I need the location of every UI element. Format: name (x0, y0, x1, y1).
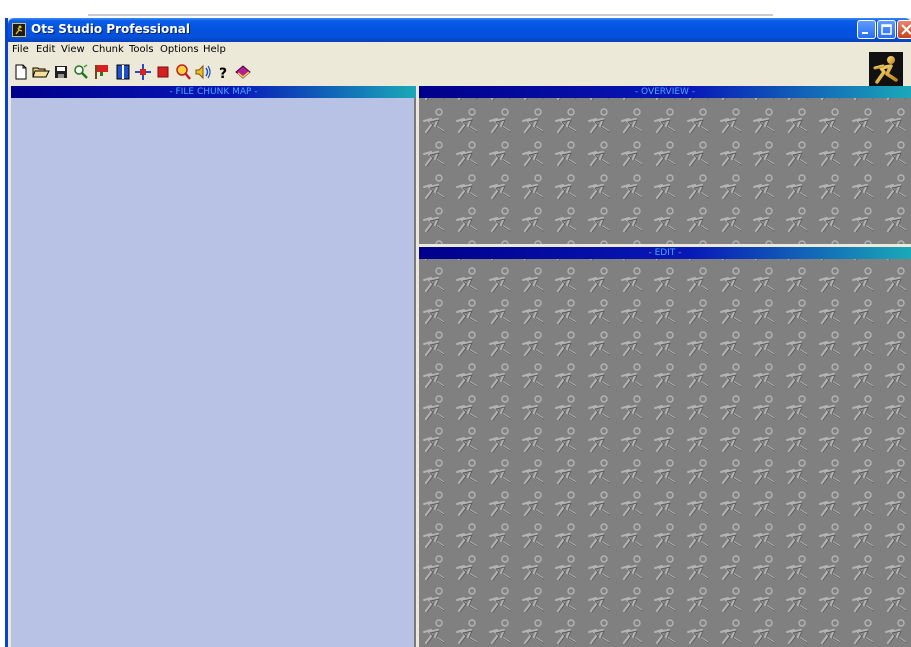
edit-tile-background (419, 259, 911, 647)
edit-panel[interactable] (419, 259, 911, 647)
flag-button[interactable] (92, 63, 110, 81)
split-button[interactable] (114, 63, 132, 81)
desktop-strip (0, 0, 911, 18)
volume-icon (195, 64, 211, 80)
app-logo (869, 52, 903, 86)
help-button[interactable]: ? (214, 63, 232, 81)
book-button[interactable] (234, 63, 252, 81)
new-file-icon (15, 64, 27, 80)
overview-tile-background (419, 98, 911, 244)
running-figure-icon (873, 56, 898, 84)
menu-bar: File Edit View Chunk Tools Options Help (8, 42, 911, 59)
zoom-icon (176, 64, 191, 80)
menu-edit[interactable]: Edit (36, 44, 55, 55)
open-button[interactable] (32, 63, 50, 81)
maximize-icon (881, 24, 892, 35)
move-icon (135, 64, 151, 80)
menu-view[interactable]: View (61, 44, 85, 55)
title-bar[interactable]: Ots Studio Professional (8, 18, 911, 42)
overview-panel[interactable] (419, 98, 911, 244)
zoom-button[interactable] (174, 63, 192, 81)
close-icon (901, 24, 911, 35)
menu-help[interactable]: Help (203, 44, 226, 55)
save-button[interactable] (52, 63, 70, 81)
save-icon (55, 66, 67, 78)
menu-file[interactable]: File (12, 44, 29, 55)
volume-button[interactable] (194, 63, 212, 81)
menu-chunk[interactable]: Chunk (92, 44, 124, 55)
app-logo-icon (12, 23, 26, 37)
help-icon: ? (219, 66, 227, 81)
open-folder-icon (32, 67, 50, 78)
stop-icon (157, 66, 169, 78)
close-button[interactable] (897, 20, 911, 39)
menu-options[interactable]: Options (160, 44, 199, 55)
window-title: Ots Studio Professional (31, 22, 191, 36)
stop-button[interactable] (154, 63, 172, 81)
app-window: Ots Studio Professional File Edit View C… (5, 18, 911, 647)
minimize-button[interactable] (857, 20, 876, 39)
search-icon (74, 64, 88, 79)
flag-icon (95, 65, 108, 79)
menu-tools[interactable]: Tools (129, 44, 154, 55)
search-button[interactable] (72, 63, 90, 81)
overview-header: - OVERVIEW - (419, 86, 911, 98)
new-file-button[interactable] (12, 63, 30, 81)
split-icon (116, 64, 130, 80)
file-chunk-map-header: - FILE CHUNK MAP - (11, 86, 416, 98)
file-chunk-map-panel[interactable] (11, 98, 416, 647)
minimize-icon (862, 32, 868, 34)
edit-header: - EDIT - (419, 247, 911, 259)
move-button[interactable] (134, 63, 152, 81)
toolbar: ? (8, 59, 911, 86)
book-icon (235, 65, 251, 79)
maximize-button[interactable] (877, 20, 896, 39)
svg-text:?: ? (219, 66, 227, 81)
